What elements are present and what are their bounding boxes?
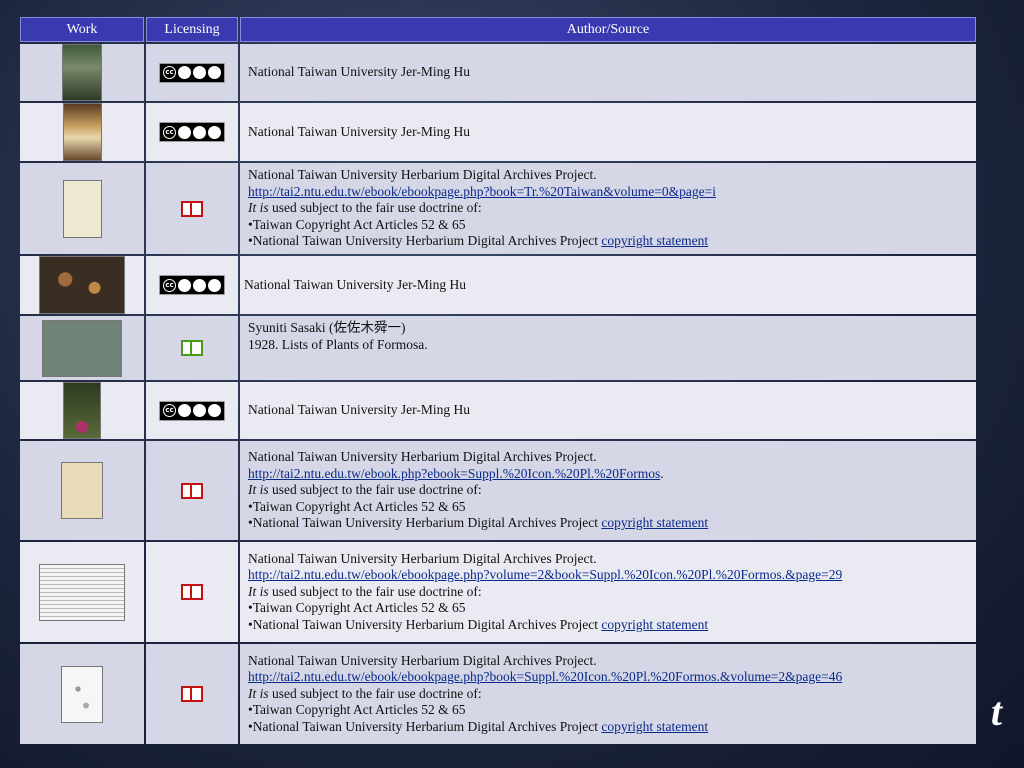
copyright-act-text: •Taiwan Copyright Act Articles 52 & 65 bbox=[248, 702, 466, 718]
project-text: •National Taiwan University Herbarium Di… bbox=[248, 515, 602, 531]
logo: t bbox=[990, 689, 1002, 734]
work-thumbnail[interactable] bbox=[61, 665, 103, 723]
it-is-text: It is bbox=[248, 685, 269, 701]
table-row: National Taiwan University Herbarium Dig… bbox=[20, 163, 976, 254]
table-row: Syuniti Sasaki (佐佐木舜一) 1928. Lists of Pl… bbox=[20, 316, 976, 380]
project-text: •National Taiwan University Herbarium Di… bbox=[248, 718, 602, 734]
source-text: National Taiwan University Jer-Ming Hu bbox=[248, 64, 470, 80]
red-book-icon[interactable] bbox=[181, 582, 203, 600]
it-is-text: It is bbox=[248, 482, 269, 498]
source-text: National Taiwan University Jer-Ming Hu bbox=[244, 276, 466, 292]
source-org: National Taiwan University Herbarium Dig… bbox=[248, 550, 597, 566]
fair-use-text: used subject to the fair use doctrine of… bbox=[268, 200, 482, 216]
work-thumbnail[interactable] bbox=[39, 563, 125, 621]
copyright-statement-link[interactable]: copyright statement bbox=[601, 515, 708, 530]
table-row: National Taiwan University Herbarium Dig… bbox=[20, 441, 976, 540]
header-source: Author/Source bbox=[240, 17, 976, 42]
work-thumbnail[interactable] bbox=[62, 179, 102, 238]
work-thumbnail[interactable] bbox=[62, 103, 102, 161]
copyright-statement-link[interactable]: copyright statement bbox=[601, 617, 708, 632]
table-row: National Taiwan University Herbarium Dig… bbox=[20, 542, 976, 642]
copyright-statement-link[interactable]: copyright statement bbox=[601, 719, 708, 734]
red-book-icon[interactable] bbox=[181, 481, 203, 499]
source-author: Syuniti Sasaki (佐佐木舜一) bbox=[248, 320, 406, 335]
source-text: National Taiwan University Jer-Ming Hu bbox=[248, 402, 470, 418]
cc-by-nc-sa-icon[interactable]: cc bbox=[159, 275, 225, 296]
source-org: National Taiwan University Herbarium Dig… bbox=[248, 652, 597, 668]
work-thumbnail[interactable] bbox=[61, 462, 103, 519]
source-text: National Taiwan University Jer-Ming Hu bbox=[248, 123, 470, 139]
table-row: cc National Taiwan University Jer-Ming H… bbox=[20, 382, 976, 439]
work-thumbnail[interactable] bbox=[39, 256, 125, 314]
it-is-text: It is bbox=[248, 583, 269, 599]
copyright-act-text: •Taiwan Copyright Act Articles 52 & 65 bbox=[248, 216, 466, 232]
fair-use-text: used subject to the fair use doctrine of… bbox=[268, 482, 482, 498]
project-text: •National Taiwan University Herbarium Di… bbox=[248, 616, 602, 632]
header-work: Work bbox=[20, 17, 144, 42]
credits-table-wrap: Work Licensing Author/Source cc National… bbox=[18, 15, 978, 746]
table-row: cc National Taiwan University Jer-Ming H… bbox=[20, 44, 976, 101]
source-link[interactable]: http://tai2.ntu.edu.tw/ebook/ebookpage.p… bbox=[248, 567, 842, 582]
copyright-act-text: •Taiwan Copyright Act Articles 52 & 65 bbox=[248, 600, 466, 616]
source-org: National Taiwan University Herbarium Dig… bbox=[248, 167, 597, 183]
cc-by-nc-sa-icon[interactable]: cc bbox=[159, 62, 225, 83]
copyright-act-text: •Taiwan Copyright Act Articles 52 & 65 bbox=[248, 498, 466, 514]
red-book-icon[interactable] bbox=[181, 199, 203, 217]
header-licensing: Licensing bbox=[146, 17, 238, 42]
table-row: cc National Taiwan University Jer-Ming H… bbox=[20, 256, 976, 314]
work-thumbnail[interactable] bbox=[42, 319, 122, 377]
table-row: National Taiwan University Herbarium Dig… bbox=[20, 644, 976, 744]
it-is-text: It is bbox=[248, 200, 269, 216]
credits-table: Work Licensing Author/Source cc National… bbox=[18, 15, 978, 746]
cc-by-nc-sa-icon[interactable]: cc bbox=[159, 122, 225, 143]
work-thumbnail[interactable] bbox=[63, 382, 101, 439]
project-text: •National Taiwan University Herbarium Di… bbox=[248, 233, 602, 249]
table-row: cc National Taiwan University Jer-Ming H… bbox=[20, 103, 976, 161]
copyright-statement-link[interactable]: copyright statement bbox=[601, 233, 708, 248]
source-org: National Taiwan University Herbarium Dig… bbox=[248, 449, 597, 465]
source-title: 1928. Lists of Plants of Formosa. bbox=[248, 336, 428, 352]
fair-use-text: used subject to the fair use doctrine of… bbox=[268, 685, 482, 701]
work-thumbnail[interactable] bbox=[62, 44, 102, 101]
source-link[interactable]: http://tai2.ntu.edu.tw/ebook/ebookpage.p… bbox=[248, 669, 842, 684]
cc-by-nc-sa-icon[interactable]: cc bbox=[159, 400, 225, 421]
source-link[interactable]: http://tai2.ntu.edu.tw/ebook/ebookpage.p… bbox=[248, 184, 716, 199]
red-book-icon[interactable] bbox=[181, 684, 203, 702]
fair-use-text: used subject to the fair use doctrine of… bbox=[268, 583, 482, 599]
source-link[interactable]: http://tai2.ntu.edu.tw/ebook.php?ebook=S… bbox=[248, 466, 660, 481]
green-book-icon[interactable] bbox=[181, 338, 203, 356]
